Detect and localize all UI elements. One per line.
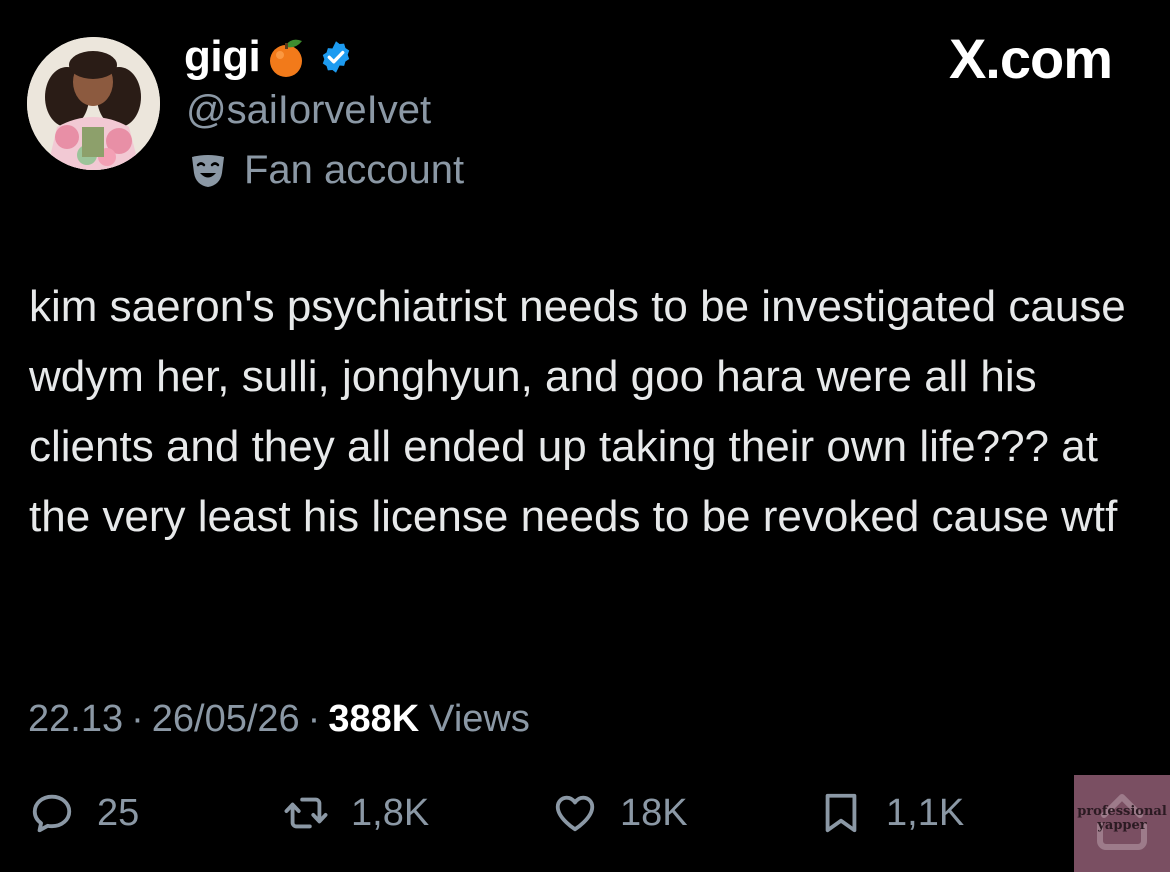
- separator-dot: ·: [131, 698, 144, 740]
- views-label: Views: [429, 698, 530, 740]
- heart-icon: [555, 795, 595, 832]
- tweet-meta: 22.13 · 26/05/26 · 388K Views: [28, 698, 530, 741]
- tweet-time[interactable]: 22.13: [28, 698, 123, 741]
- tweet-date[interactable]: 26/05/26: [152, 698, 300, 741]
- tweet-text: kim saeron's psychiatrist needs to be in…: [29, 282, 1126, 541]
- like-count: 18K: [620, 791, 688, 834]
- account-label: Fan account: [188, 148, 464, 193]
- reply-button[interactable]: 25: [29, 790, 139, 836]
- display-name[interactable]: gigi: [184, 32, 261, 82]
- views-count: 388K: [328, 698, 420, 740]
- bookmark-button[interactable]: 1,1K: [818, 790, 964, 836]
- author-handle[interactable]: @saiIorveIvet: [186, 88, 431, 133]
- reply-count: 25: [97, 791, 140, 834]
- separator-dot: ·: [307, 698, 321, 740]
- watermark-overlay: professional yapper: [1074, 775, 1170, 872]
- account-label-text: Fan account: [244, 148, 465, 192]
- repost-icon: [284, 797, 328, 829]
- watermark-text: professional yapper: [1074, 805, 1170, 833]
- repost-count: 1,8K: [351, 791, 430, 834]
- watermark-line1: professional: [1077, 804, 1167, 819]
- tweet-actions: 25 1,8K 18K 1,1K: [0, 790, 1170, 860]
- bookmark-icon: [825, 793, 857, 833]
- author-name-row: gigi: [184, 32, 354, 82]
- verified-badge-icon: [323, 41, 350, 73]
- bookmark-count: 1,1K: [886, 791, 965, 834]
- like-button[interactable]: 18K: [552, 790, 688, 836]
- profile-avatar[interactable]: [27, 37, 160, 170]
- theater-mask-icon: [192, 154, 224, 187]
- reply-icon: [32, 794, 72, 833]
- watermark-line2: yapper: [1097, 818, 1147, 833]
- avatar-image: [27, 37, 160, 170]
- site-brand: X.com: [948, 27, 1113, 90]
- tangerine-icon: [270, 39, 303, 77]
- repost-button[interactable]: 1,8K: [283, 790, 429, 836]
